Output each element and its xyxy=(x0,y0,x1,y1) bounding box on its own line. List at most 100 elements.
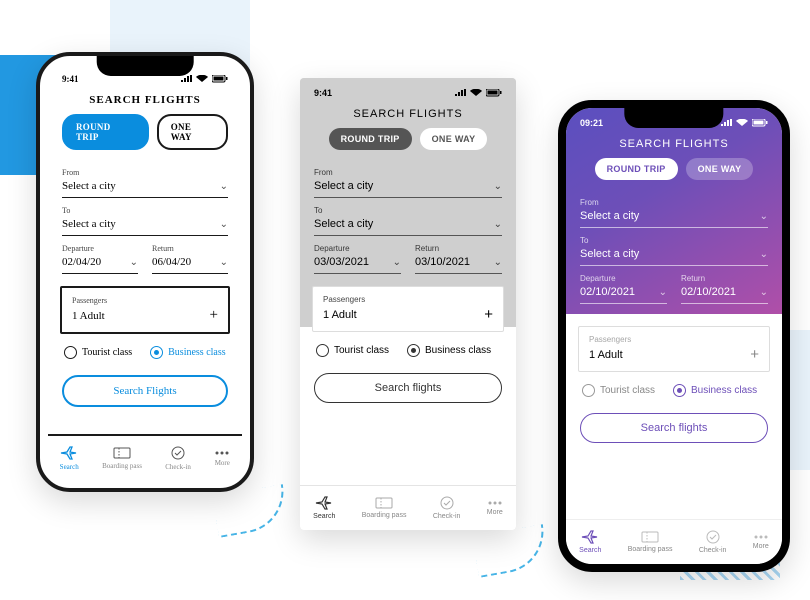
passengers-value: 1 Adult xyxy=(589,349,623,361)
tabbar-boarding[interactable]: Boarding pass xyxy=(362,497,407,519)
from-field[interactable]: Select a city ⌄ xyxy=(62,177,228,198)
to-label: To xyxy=(62,206,228,215)
plane-icon xyxy=(315,496,333,510)
from-field[interactable]: Select a city ⌄ xyxy=(314,177,502,198)
return-field[interactable]: 06/04/20 ⌄ xyxy=(152,253,228,274)
signal-icon xyxy=(181,75,192,83)
tab-bar: Search Boarding pass Check-in More xyxy=(566,519,782,564)
to-field[interactable]: Select a city ⌄ xyxy=(314,215,502,236)
departure-field[interactable]: 03/03/2021 ⌄ xyxy=(314,253,401,274)
chevron-down-icon: ⌄ xyxy=(220,181,228,192)
departure-value: 02/04/20 xyxy=(62,256,101,268)
tabbar-checkin[interactable]: Check-in xyxy=(433,496,461,520)
tabbar-search[interactable]: Search xyxy=(60,446,79,471)
chevron-down-icon: ⌄ xyxy=(494,181,502,192)
tabbar-more[interactable]: More xyxy=(753,534,769,550)
search-button[interactable]: Search Flights xyxy=(62,375,228,407)
notch xyxy=(97,56,194,76)
passengers-label: Passengers xyxy=(323,295,493,304)
plus-icon[interactable]: + xyxy=(484,306,493,323)
status-indicators xyxy=(181,75,228,83)
radio-business-label: Business class xyxy=(425,345,491,356)
return-label: Return xyxy=(681,274,768,283)
departure-value: 02/10/2021 xyxy=(580,286,635,298)
status-time: 9:41 xyxy=(314,88,332,98)
passengers-label: Passengers xyxy=(589,335,759,344)
radio-tourist[interactable]: Tourist class xyxy=(64,346,132,359)
return-field[interactable]: 03/10/2021 ⌄ xyxy=(415,253,502,274)
radio-business[interactable]: Business class xyxy=(150,346,226,359)
radio-business-label: Business class xyxy=(168,347,226,358)
to-field[interactable]: Select a city ⌄ xyxy=(580,245,768,266)
chevron-down-icon: ⌄ xyxy=(130,257,138,268)
arrow-2 xyxy=(472,524,550,578)
tabbar-more[interactable]: More xyxy=(214,450,230,467)
status-indicators xyxy=(721,119,768,127)
tabbar-search[interactable]: Search xyxy=(313,496,335,520)
phone-sketch: 9:41 SEARCH FLIGHTS ROUND TRIP ONE WAY F… xyxy=(36,52,254,492)
tab-round-trip[interactable]: ROUND TRIP xyxy=(329,128,412,150)
tab-one-way[interactable]: ONE WAY xyxy=(157,114,228,150)
to-value: Select a city xyxy=(62,218,116,230)
passengers-card[interactable]: Passengers 1 Adult + xyxy=(578,326,770,372)
departure-label: Departure xyxy=(314,244,401,253)
status-time: 09:21 xyxy=(580,118,603,128)
tabbar-more[interactable]: More xyxy=(487,500,503,516)
search-button[interactable]: Search flights xyxy=(580,413,768,443)
chevron-down-icon: ⌄ xyxy=(494,219,502,230)
wifi-icon xyxy=(470,89,482,97)
radio-circle-icon xyxy=(582,384,595,397)
ticket-icon xyxy=(375,497,393,509)
radio-circle-icon xyxy=(64,346,77,359)
tabbar-checkin[interactable]: Check-in xyxy=(699,530,727,554)
plane-icon xyxy=(581,530,599,544)
departure-field[interactable]: 02/04/20 ⌄ xyxy=(62,253,138,274)
tabbar-boarding[interactable]: Boarding pass xyxy=(628,531,673,553)
return-field[interactable]: 02/10/2021 ⌄ xyxy=(681,283,768,304)
tabbar-checkin[interactable]: Check-in xyxy=(165,446,191,471)
status-indicators xyxy=(455,89,502,97)
tab-bar: Search Boarding pass Check-in More xyxy=(300,485,516,530)
tab-round-trip[interactable]: ROUND TRIP xyxy=(595,158,678,180)
chevron-down-icon: ⌄ xyxy=(760,287,768,298)
chevron-down-icon: ⌄ xyxy=(659,287,667,298)
phone-wireframe: 9:41 SEARCH FLIGHTS ROUND TRIP ONE WAY F… xyxy=(300,78,516,530)
radio-circle-icon xyxy=(407,344,420,357)
tab-one-way[interactable]: ONE WAY xyxy=(420,128,488,150)
from-value: Select a city xyxy=(62,180,116,192)
return-label: Return xyxy=(152,244,228,253)
plus-icon[interactable]: + xyxy=(210,307,218,324)
signal-icon xyxy=(721,119,732,127)
to-field[interactable]: Select a city ⌄ xyxy=(62,215,228,236)
passengers-value: 1 Adult xyxy=(72,310,105,322)
tabbar-checkin-label: Check-in xyxy=(699,547,727,554)
check-circle-icon xyxy=(706,530,720,544)
tab-round-trip[interactable]: ROUND TRIP xyxy=(62,114,149,150)
radio-business-label: Business class xyxy=(691,385,757,396)
radio-tourist-label: Tourist class xyxy=(334,345,389,356)
battery-icon xyxy=(486,89,502,97)
status-bar: 9:41 xyxy=(300,78,516,104)
from-field[interactable]: Select a city ⌄ xyxy=(580,207,768,228)
radio-business[interactable]: Business class xyxy=(673,384,757,397)
battery-icon xyxy=(212,75,228,83)
from-value: Select a city xyxy=(314,180,373,192)
passengers-card[interactable]: Passengers 1 Adult + xyxy=(60,286,230,334)
tabbar-more-label: More xyxy=(215,459,230,467)
tabbar-boarding[interactable]: Boarding pass xyxy=(102,447,142,470)
tabbar-search-label: Search xyxy=(579,547,601,554)
departure-field[interactable]: 02/10/2021 ⌄ xyxy=(580,283,667,304)
tab-one-way[interactable]: ONE WAY xyxy=(686,158,754,180)
radio-tourist[interactable]: Tourist class xyxy=(582,384,655,397)
tabbar-search[interactable]: Search xyxy=(579,530,601,554)
wifi-icon xyxy=(196,75,208,83)
radio-business[interactable]: Business class xyxy=(407,344,491,357)
plus-icon[interactable]: + xyxy=(750,346,759,363)
tabbar-search-label: Search xyxy=(60,463,79,471)
radio-tourist[interactable]: Tourist class xyxy=(316,344,389,357)
return-value: 03/10/2021 xyxy=(415,256,470,268)
passengers-card[interactable]: Passengers 1 Adult + xyxy=(312,286,504,332)
search-button[interactable]: Search flights xyxy=(314,373,502,403)
page-title: SEARCH FLIGHTS xyxy=(48,90,242,114)
check-circle-icon xyxy=(171,446,185,460)
